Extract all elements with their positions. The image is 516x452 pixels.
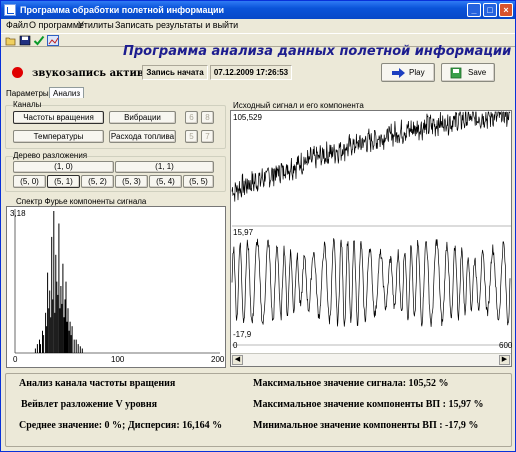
signal-title: Исходный сигнал и его компонента [233, 101, 364, 110]
component-signal-line [231, 238, 511, 327]
signal-mid-label: 15,97 [233, 228, 254, 237]
tab-analysis[interactable]: Анализ [49, 87, 85, 98]
menu-utilities[interactable]: Утилиты [78, 20, 114, 30]
stats-channel: Анализ канала частоты вращения [19, 378, 176, 389]
spectrum-xtick-0: 0 [13, 355, 18, 364]
stats-max-component: Максимальное значение компоненты ВП : 15… [253, 399, 484, 410]
tree-node-5-3[interactable]: (5, 3) [115, 175, 148, 188]
signal-xtick-0: 0 [233, 341, 238, 350]
signal-bottom-label: -17,9 [233, 330, 252, 339]
recording-status: звукозапись активна [32, 68, 158, 79]
tab-parameters[interactable]: Параметры [6, 88, 49, 99]
record-start-label: Запись начата [142, 65, 208, 80]
channel-vibration-button[interactable]: Вибрации [109, 111, 176, 124]
tree-node-1-0[interactable]: (1, 0) [13, 161, 114, 173]
app-window: Программа обработки полетной информации … [0, 0, 516, 452]
channel-7-button[interactable]: 7 [201, 130, 214, 143]
spectrum-panel: 3,18 0 100 200 [6, 206, 226, 368]
save-icon [450, 67, 462, 79]
spectrum-chart [14, 209, 220, 354]
record-start-time: 07.12.2009 17:26:53 [210, 65, 292, 80]
app-icon [4, 4, 16, 16]
save-button[interactable]: Save [441, 63, 495, 82]
channel-5-button[interactable]: 5 [185, 130, 198, 143]
raw-signal-line [231, 111, 511, 202]
menu-bar: Файл О программе Утилиты Записать резуль… [1, 19, 515, 33]
tree-node-5-5[interactable]: (5, 5) [183, 175, 214, 188]
signal-xtick-600: 600 [499, 341, 513, 350]
stats-wavelet: Вейвлет разложение V уровня [21, 399, 157, 410]
tree-node-1-1[interactable]: (1, 1) [115, 161, 214, 173]
signal-chart [231, 111, 511, 346]
minimize-button[interactable]: _ [467, 3, 481, 17]
recording-indicator [12, 67, 23, 78]
save-disk-icon[interactable] [19, 35, 31, 46]
chart-icon[interactable] [47, 35, 59, 46]
tree-node-5-4[interactable]: (5, 4) [149, 175, 182, 188]
open-folder-icon[interactable] [5, 35, 17, 46]
checkmark-icon[interactable] [33, 35, 45, 46]
save-label: Save [468, 68, 487, 77]
tree-group-label: Дерево разложения [13, 151, 88, 160]
signal-top-label: 105,529 [233, 113, 262, 122]
window-title: Программа обработки полетной информации [20, 5, 225, 15]
stats-max-signal: Максимальное значение сигнала: 105,52 % [253, 378, 449, 389]
channel-fuel-button[interactable]: Расхода топлива [109, 130, 176, 143]
signal-panel: 105,529 15,97 -17,9 0 600 ◀ ▶ [230, 110, 512, 367]
tree-node-5-1[interactable]: (5, 1) [47, 175, 80, 188]
spectrum-xtick-200: 200 [211, 355, 225, 364]
stats-min-component: Минимальное значение компоненты ВП : -17… [253, 420, 479, 431]
scroll-right-arrow-icon[interactable]: ▶ [499, 355, 510, 365]
page-heading: Программа анализа данных полетной информ… [123, 44, 512, 59]
tree-node-5-0[interactable]: (5, 0) [13, 175, 46, 188]
title-bar[interactable]: Программа обработки полетной информации … [1, 1, 515, 19]
play-label: Play [409, 68, 425, 77]
close-button[interactable]: × [499, 3, 513, 17]
maximize-button[interactable]: □ [483, 3, 497, 17]
signal-scrollbar[interactable]: ◀ ▶ [231, 353, 511, 366]
menu-about[interactable]: О программе [29, 20, 84, 30]
play-button[interactable]: Play [381, 63, 435, 82]
menu-save-and-exit[interactable]: Записать результаты и выйти [115, 20, 238, 30]
play-arrow-icon [392, 68, 405, 78]
spectrum-title: Спектр Фурье компоненты сигнала [16, 197, 147, 206]
menu-file[interactable]: Файл [6, 20, 28, 30]
channel-temperature-button[interactable]: Температуры [13, 130, 104, 143]
spectrum-xtick-100: 100 [111, 355, 125, 364]
channel-8-button[interactable]: 8 [201, 111, 214, 124]
channel-rotation-button[interactable]: Частоты вращения [13, 111, 104, 124]
stats-mean: Среднее значение: 0 %; Дисперсия: 16,164… [19, 420, 223, 431]
scroll-left-arrow-icon[interactable]: ◀ [232, 355, 243, 365]
channel-6-button[interactable]: 6 [185, 111, 198, 124]
tree-node-5-2[interactable]: (5, 2) [81, 175, 114, 188]
channels-group-label: Каналы [13, 100, 42, 109]
